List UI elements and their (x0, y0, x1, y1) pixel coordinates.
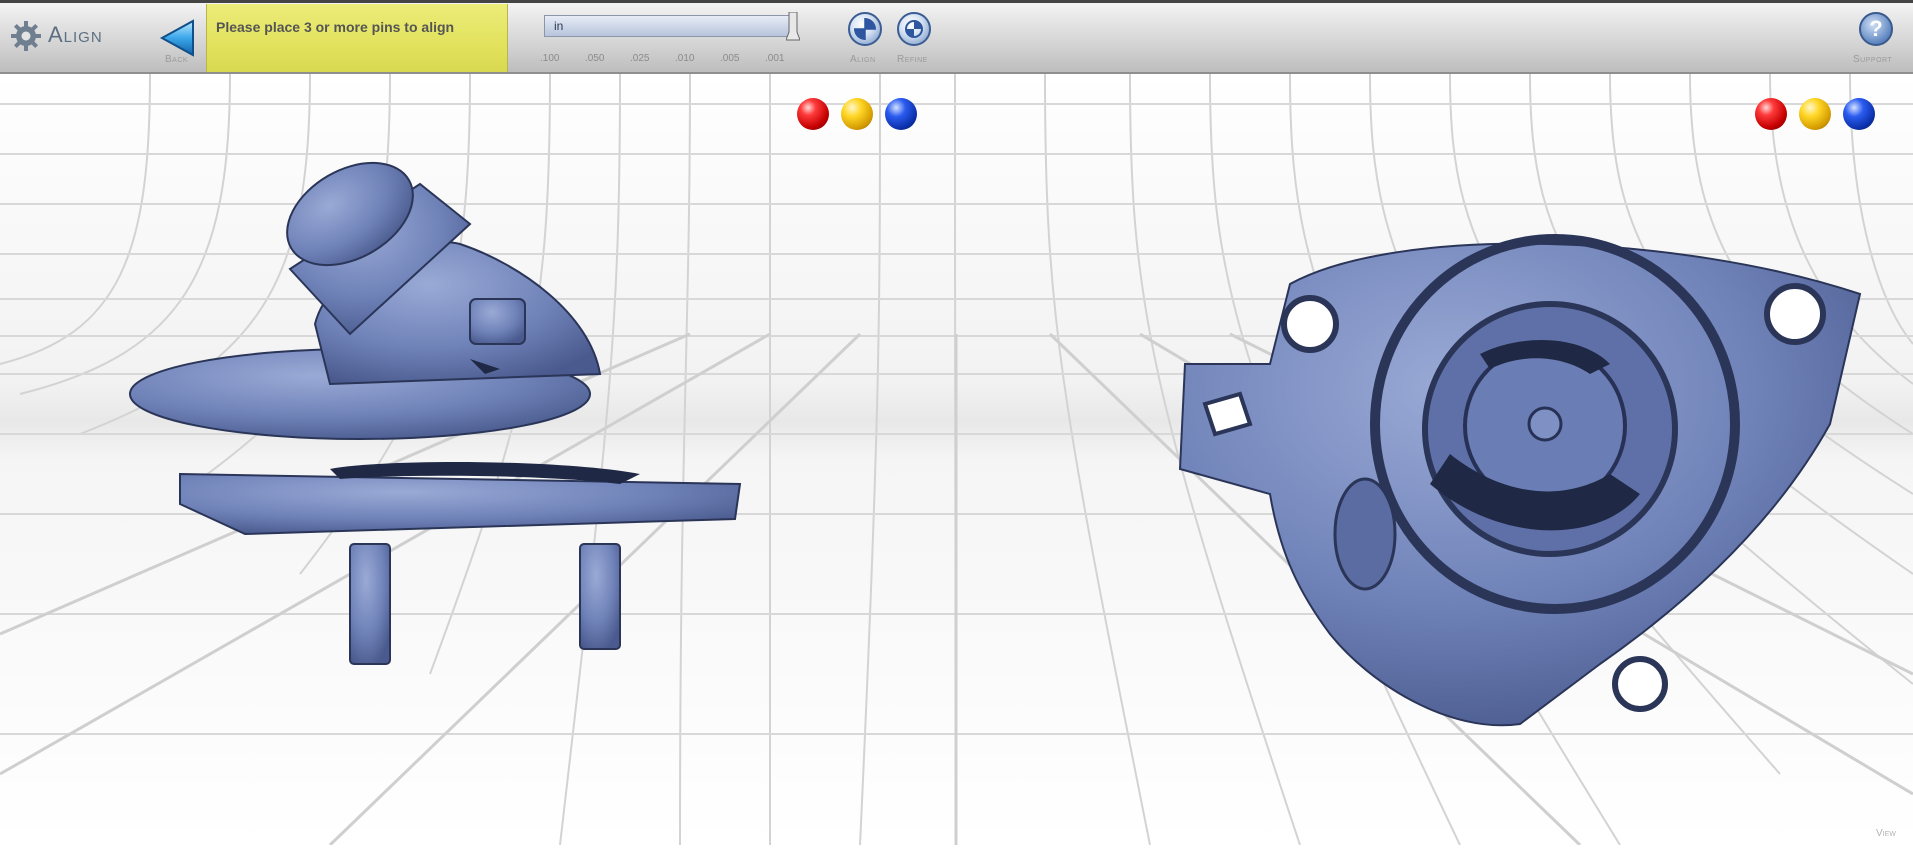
app-title: Align (48, 22, 103, 47)
gear-icon[interactable] (10, 20, 42, 52)
red-pin-right[interactable] (1755, 98, 1787, 130)
yellow-pin-right[interactable] (1799, 98, 1831, 130)
instruction-message: Please place 3 or more pins to align (216, 19, 455, 35)
instruction-panel: Please place 3 or more pins to align (206, 4, 508, 72)
toolbar: Align Back Please place 3 or more pins t… (0, 0, 1913, 74)
scale-tick: .001 (765, 53, 785, 64)
blue-pin-left[interactable] (885, 98, 917, 130)
red-pin-left[interactable] (797, 98, 829, 130)
refine-button[interactable] (897, 12, 931, 46)
scale-tick: .010 (675, 53, 695, 64)
3d-viewport[interactable] (0, 73, 1913, 847)
support-label: Support (1853, 54, 1893, 65)
scale-tick: .005 (720, 53, 740, 64)
align-icon (854, 18, 876, 40)
blue-pin-right[interactable] (1843, 98, 1875, 130)
slider-thumb[interactable] (786, 12, 800, 42)
back-label: Back (165, 54, 189, 65)
refine-icon (905, 20, 923, 38)
refine-label: Refine (897, 54, 928, 65)
align-label: Align (850, 54, 876, 65)
yellow-pin-left[interactable] (841, 98, 873, 130)
tolerance-scale: .100 .050 .025 .010 .005 .001 (540, 53, 800, 65)
scale-tick: .025 (630, 53, 650, 64)
unit-label: in (554, 19, 564, 33)
align-button[interactable] (848, 12, 882, 46)
scene-canvas (0, 73, 1913, 847)
scale-tick: .100 (540, 53, 560, 64)
help-icon[interactable]: ? (1859, 12, 1893, 46)
tolerance-slider[interactable]: in (544, 12, 800, 41)
view-label[interactable]: View (1876, 828, 1896, 839)
scale-tick: .050 (585, 53, 605, 64)
toolbar-top-border (0, 0, 1913, 3)
